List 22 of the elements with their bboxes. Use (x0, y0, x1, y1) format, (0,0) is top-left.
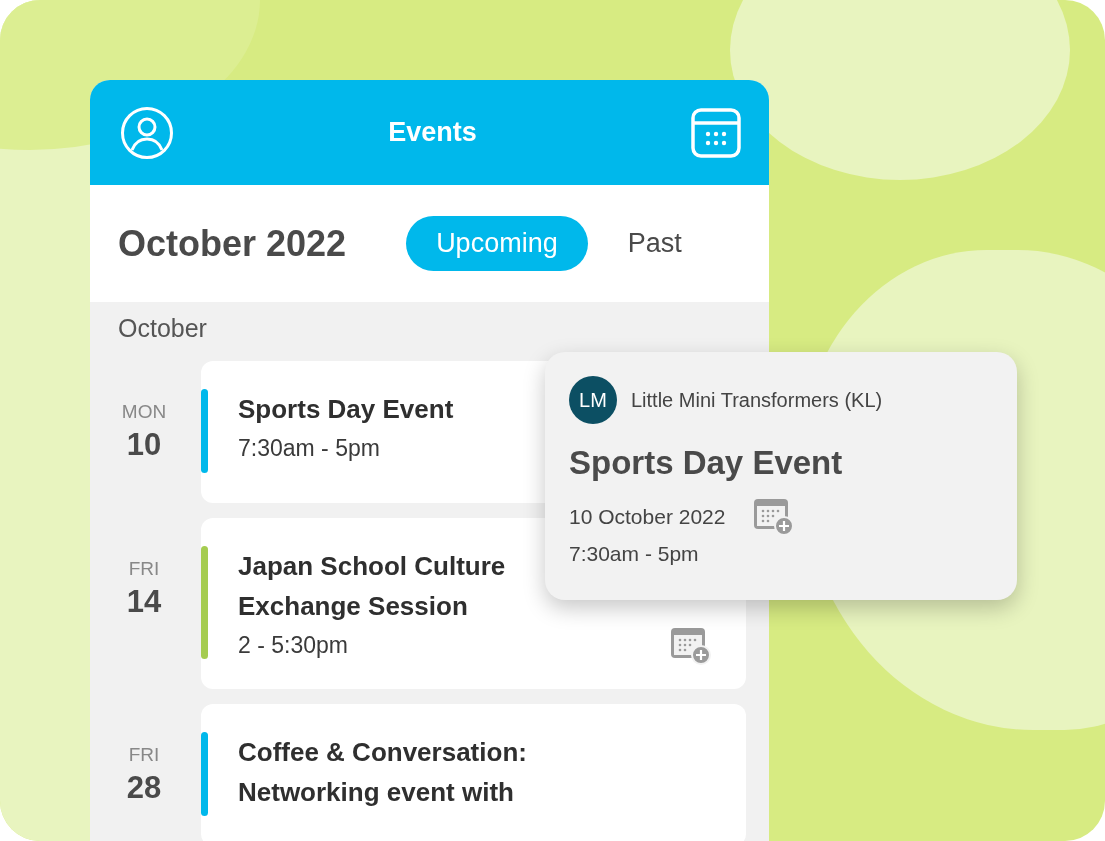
day-number: 10 (125, 427, 163, 463)
profile-icon[interactable] (120, 105, 174, 160)
calendar-icon[interactable] (691, 107, 741, 158)
event-title: Sports Day Event (238, 393, 455, 426)
calendar-add-icon[interactable] (670, 627, 712, 665)
event-time: 2 - 5:30pm (238, 632, 349, 659)
section-label: October (118, 314, 208, 343)
weekday-label: MON (120, 401, 168, 423)
event-time: 7:30am - 5pm (569, 542, 700, 566)
month-title: October 2022 (118, 222, 347, 265)
weekday-label: FRI (127, 744, 161, 766)
filter-tab[interactable]: Past (597, 216, 712, 271)
event-title: Japan School Culture Exchange Session (238, 550, 507, 623)
event-popup-card[interactable]: LM Little Mini Transformers (KL) Sports Day Event 10 October 2022 7:30am - 5pm (545, 352, 1017, 600)
weekday-label: FRI (127, 558, 161, 580)
event-time: 7:30am - 5pm (238, 435, 381, 462)
day-number: 14 (125, 584, 163, 620)
day-number: 28 (125, 770, 163, 806)
avatar-initials: LM (569, 376, 617, 424)
event-title: Coffee & Conversation: Networking event with (238, 736, 528, 809)
screen-title: Events (388, 117, 477, 148)
event-card[interactable]: Coffee & Conversation: Networking event with (201, 704, 746, 841)
